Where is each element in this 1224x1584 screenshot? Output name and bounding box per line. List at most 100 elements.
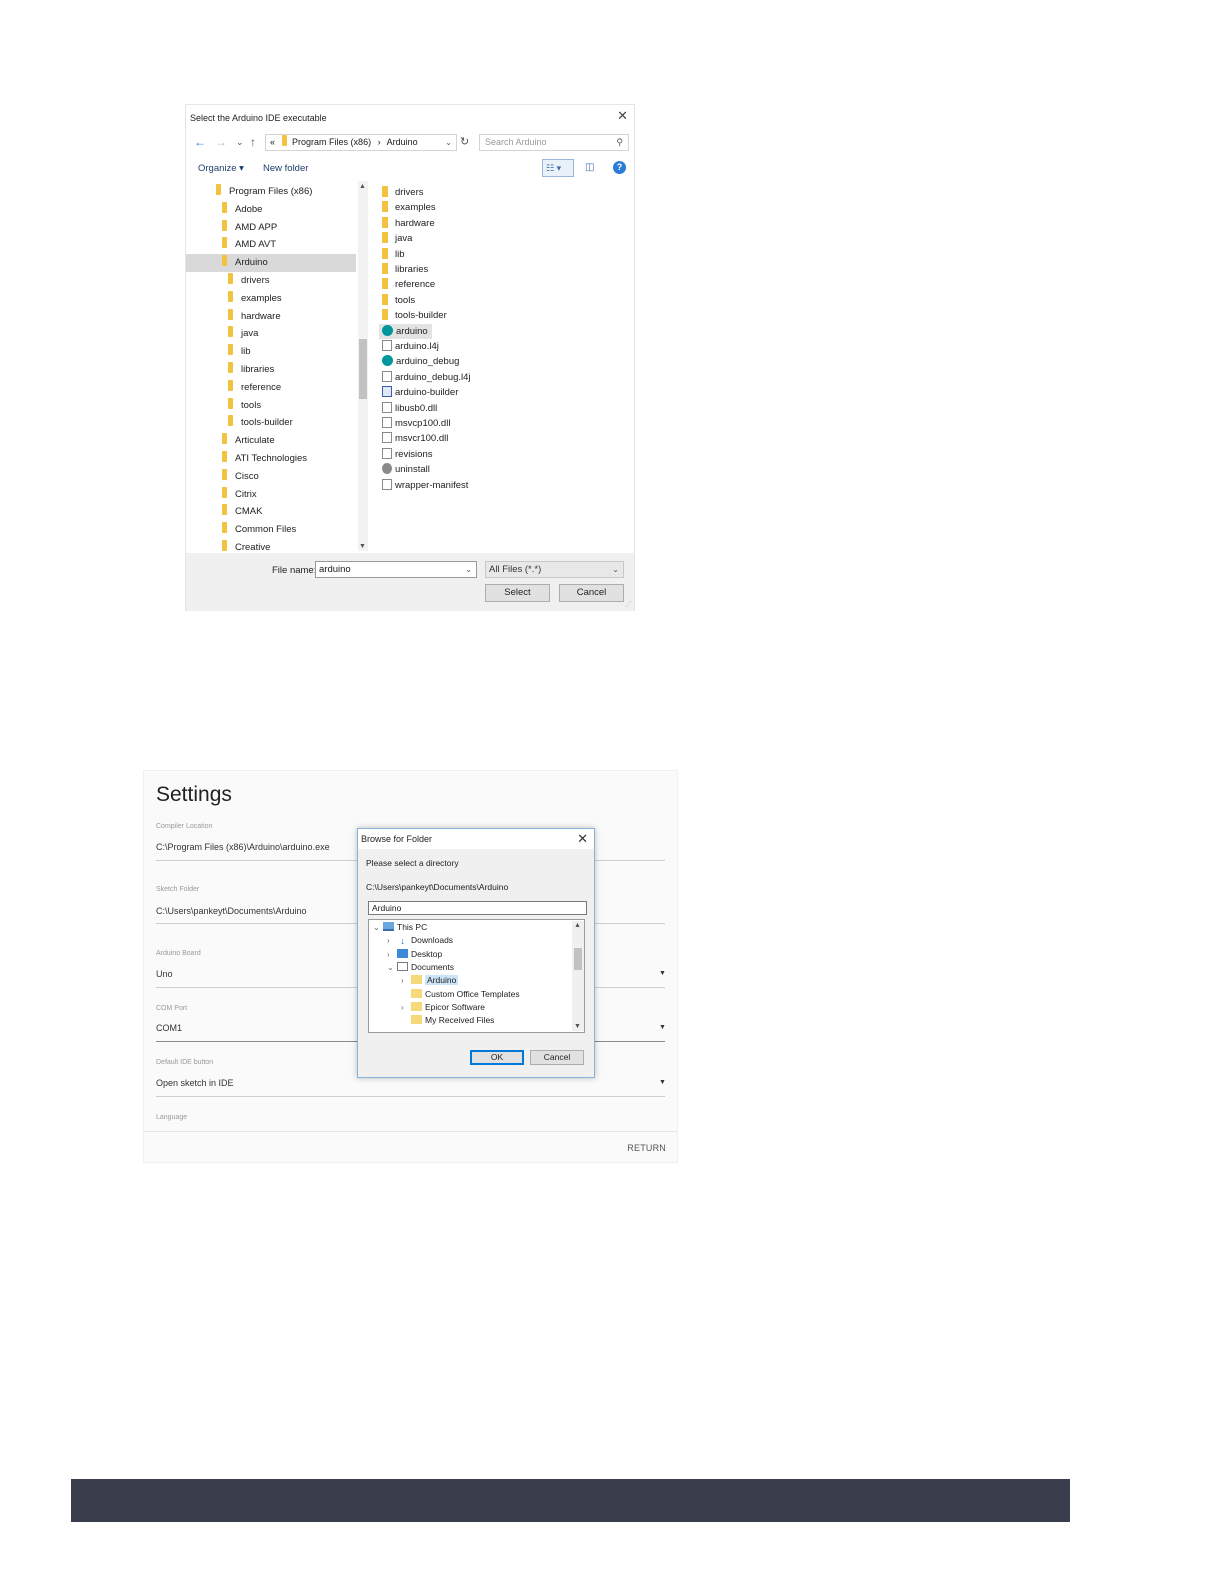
file-list-item[interactable]: libraries: [382, 262, 428, 277]
scroll-up-icon[interactable]: ▲: [574, 922, 581, 929]
search-input[interactable]: Search Arduino ⚲: [479, 134, 629, 151]
tree-item[interactable]: drivers: [228, 272, 270, 290]
chevron-right-icon[interactable]: ›: [401, 974, 411, 987]
file-list-item[interactable]: drivers: [382, 185, 424, 200]
arduino-board-select[interactable]: Uno: [156, 969, 173, 979]
tree-item[interactable]: hardware: [228, 308, 281, 326]
tree-item[interactable]: AMD AVT: [222, 236, 276, 254]
forward-arrow-icon[interactable]: →: [215, 135, 227, 149]
organize-button[interactable]: Organize ▾: [198, 163, 244, 174]
tree-item[interactable]: reference: [228, 379, 281, 397]
tree-item[interactable]: Common Files: [222, 521, 296, 539]
folder-tree-node[interactable]: ⌄ Documents: [387, 961, 454, 974]
new-folder-button[interactable]: New folder: [263, 163, 308, 174]
chevron-down-icon[interactable]: ⌄: [387, 961, 397, 974]
tree-item[interactable]: Arduino: [186, 254, 356, 273]
chevron-down-icon[interactable]: ⌄: [465, 562, 472, 577]
file-list-item[interactable]: arduino.l4j: [382, 339, 439, 354]
return-button[interactable]: RETURN: [627, 1143, 666, 1153]
file-list-item[interactable]: arduino-builder: [382, 385, 458, 400]
folder-tree-node[interactable]: Custom Office Templates: [401, 988, 520, 1001]
file-list-item[interactable]: arduino_debug: [382, 354, 459, 369]
tree-scrollbar[interactable]: ▲ ▼: [358, 181, 368, 551]
dropdown-arrow-icon[interactable]: ▼: [659, 970, 666, 977]
tree-item[interactable]: Cisco: [222, 468, 259, 486]
resize-grip-icon[interactable]: ⋰: [625, 600, 632, 608]
file-list-item[interactable]: tools-builder: [382, 308, 447, 323]
chevron-right-icon[interactable]: ›: [387, 948, 397, 961]
tree-item[interactable]: Articulate: [222, 432, 275, 450]
file-list-item[interactable]: reference: [382, 277, 435, 292]
cancel-button[interactable]: Cancel: [530, 1050, 584, 1065]
breadcrumb-program-files[interactable]: Program Files (x86): [292, 137, 371, 147]
folder-tree-node[interactable]: › Desktop: [387, 948, 442, 961]
file-list-item[interactable]: hardware: [382, 216, 435, 231]
default-ide-button-select[interactable]: Open sketch in IDE: [156, 1078, 234, 1088]
tree-item[interactable]: Citrix: [222, 486, 257, 504]
search-placeholder: Search Arduino: [485, 137, 547, 147]
scroll-up-icon[interactable]: ▲: [359, 183, 366, 190]
file-list-item[interactable]: arduino: [379, 323, 432, 339]
folder-tree-node[interactable]: › ↓ Downloads: [387, 934, 453, 947]
compiler-location-field[interactable]: C:\Program Files (x86)\Arduino\arduino.e…: [156, 842, 330, 852]
tree-item[interactable]: AMD APP: [222, 219, 277, 237]
folder-tree-node[interactable]: › Epicor Software: [401, 1001, 485, 1014]
folder-tree-node[interactable]: › Arduino: [401, 974, 459, 987]
scroll-thumb[interactable]: [359, 339, 367, 399]
file-list-item[interactable]: uninstall: [382, 462, 430, 477]
close-icon[interactable]: ✕: [617, 109, 628, 123]
tree-item[interactable]: ATI Technologies: [222, 450, 307, 468]
tree-item[interactable]: java: [228, 325, 258, 343]
file-list-item[interactable]: libusb0.dll: [382, 401, 437, 416]
tree-item[interactable]: Creative: [222, 539, 270, 553]
tree-item[interactable]: tools-builder: [228, 414, 293, 432]
tree-item[interactable]: libraries: [228, 361, 274, 379]
file-list-item[interactable]: tools: [382, 293, 415, 308]
chevron-down-icon[interactable]: ⌄: [373, 921, 383, 934]
tree-scrollbar[interactable]: ▲ ▼: [572, 921, 584, 1031]
sketch-folder-field[interactable]: C:\Users\pankeyt\Documents\Arduino: [156, 906, 307, 916]
scroll-down-icon[interactable]: ▼: [574, 1023, 581, 1030]
help-icon[interactable]: ?: [613, 161, 626, 174]
chevron-right-icon[interactable]: ›: [401, 1001, 411, 1014]
tree-item[interactable]: CMAK: [222, 503, 262, 521]
chevron-down-icon[interactable]: ⌄: [445, 135, 452, 150]
dropdown-arrow-icon[interactable]: ▼: [659, 1079, 666, 1086]
tree-item[interactable]: tools: [228, 397, 261, 415]
file-name-input[interactable]: arduino ⌄: [315, 561, 477, 578]
recent-locations-icon[interactable]: ⌄: [236, 135, 244, 149]
tree-item[interactable]: examples: [228, 290, 282, 308]
file-type-select[interactable]: All Files (*.*) ⌄: [485, 561, 624, 578]
tree-item[interactable]: Adobe: [222, 201, 262, 219]
scroll-down-icon[interactable]: ▼: [359, 543, 366, 550]
file-list-item[interactable]: msvcp100.dll: [382, 416, 450, 431]
folder-name-input[interactable]: Arduino: [368, 901, 587, 915]
com-port-select[interactable]: COM1: [156, 1023, 182, 1033]
chevron-right-icon[interactable]: ›: [387, 934, 397, 947]
file-list-item[interactable]: java: [382, 231, 412, 246]
change-view-button[interactable]: ☷ ▾: [542, 159, 574, 177]
file-list-item[interactable]: examples: [382, 200, 436, 215]
breadcrumb-arduino[interactable]: Arduino: [387, 137, 418, 147]
refresh-icon[interactable]: ↻: [460, 135, 469, 148]
select-button[interactable]: Select: [485, 584, 550, 602]
preview-pane-icon[interactable]: ◫: [585, 162, 594, 173]
folder-tree-node[interactable]: ⌄ This PC: [373, 921, 427, 934]
file-list-item[interactable]: revisions: [382, 447, 433, 462]
file-list-item[interactable]: lib: [382, 247, 405, 262]
file-list-item[interactable]: arduino_debug.l4j: [382, 370, 471, 385]
file-list-item[interactable]: msvcr100.dll: [382, 431, 448, 446]
tree-item[interactable]: Program Files (x86): [216, 183, 312, 201]
ok-button[interactable]: OK: [470, 1050, 524, 1065]
file-list-item[interactable]: wrapper-manifest: [382, 478, 468, 493]
close-icon[interactable]: ✕: [577, 831, 588, 847]
dropdown-arrow-icon[interactable]: ▼: [659, 1024, 666, 1031]
tree-item[interactable]: lib: [228, 343, 251, 361]
scroll-thumb[interactable]: [574, 948, 582, 970]
cancel-button[interactable]: Cancel: [559, 584, 624, 602]
back-arrow-icon[interactable]: ←: [194, 135, 206, 149]
address-bar[interactable]: « Program Files (x86) › Arduino ⌄: [265, 134, 457, 151]
up-arrow-icon[interactable]: ↑: [250, 135, 256, 149]
file-icon: [382, 432, 392, 444]
folder-tree-node[interactable]: My Received Files: [401, 1014, 494, 1027]
